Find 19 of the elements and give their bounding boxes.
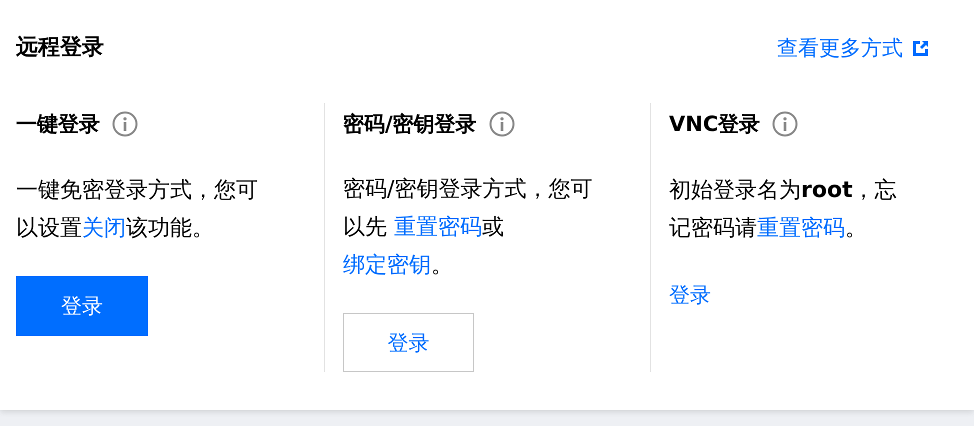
more-methods-link[interactable]: 查看更多方式 — [777, 34, 930, 62]
method-description: 密码/密钥登录方式，您可以先 重置密码或 绑定密钥。 — [343, 176, 594, 280]
description-link[interactable]: 绑定密钥 — [343, 253, 431, 278]
login-button[interactable]: 登录 — [343, 313, 474, 372]
method-description: 一键免密登录方式，您可以设置关闭该功能。 — [16, 177, 259, 243]
method-heading: 一键登录 — [16, 111, 100, 138]
method-description: 初始登录名为root，忘记密码请重置密码。 — [669, 177, 898, 243]
description-link[interactable]: 关闭 — [82, 216, 126, 241]
info-icon[interactable] — [112, 111, 138, 137]
panel-title: 远程登录 — [16, 34, 104, 62]
info-icon[interactable] — [772, 111, 798, 137]
description-link[interactable]: 重置密码 — [757, 216, 845, 241]
external-link-icon — [911, 38, 930, 58]
description-link[interactable]: 重置密码 — [394, 215, 482, 240]
login-button[interactable]: 登录 — [16, 276, 148, 336]
info-icon[interactable] — [488, 110, 515, 137]
method-heading: 密码/密钥登录 — [343, 110, 477, 138]
login-link[interactable]: 登录 — [669, 276, 711, 314]
method-heading: VNC登录 — [669, 111, 760, 138]
